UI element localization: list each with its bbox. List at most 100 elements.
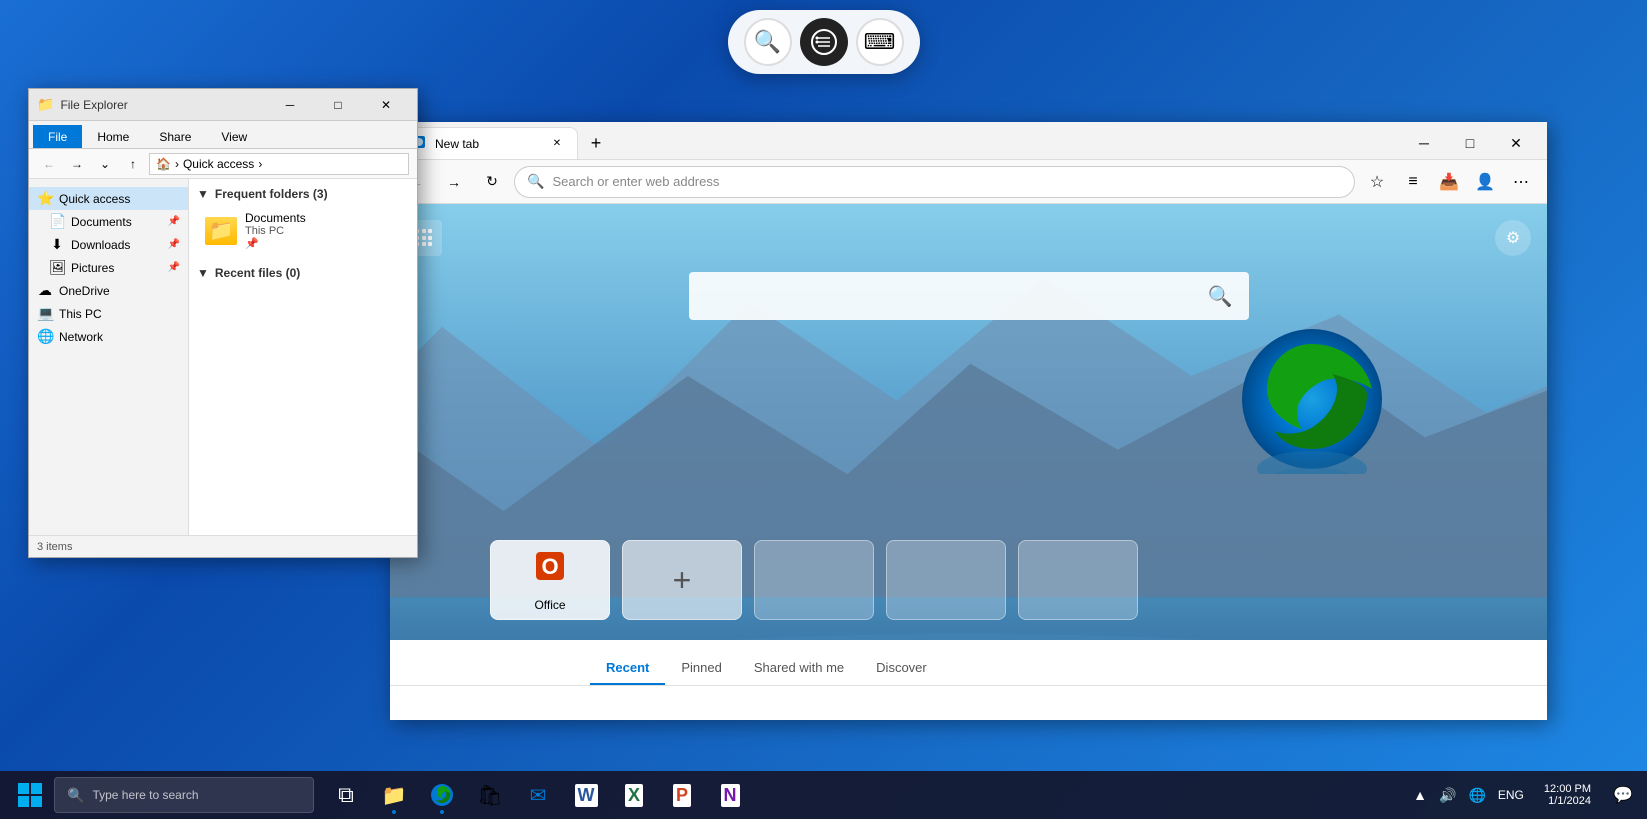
sidebar-item-network[interactable]: 🌐 Network <box>29 325 188 348</box>
edge-tab-recent[interactable]: Recent <box>590 652 665 685</box>
taskbar-task-view[interactable]: ⧉ <box>324 773 368 817</box>
recent-files-header[interactable]: ▼ Recent files (0) <box>197 266 409 280</box>
taskbar-word[interactable]: W <box>564 773 608 817</box>
taskbar-system-tray: ▲ 🔊 🌐 ENG 12:00 PM 1/1/2024 💬 <box>1409 773 1639 817</box>
fe-tab-file[interactable]: File <box>33 125 82 148</box>
fe-home-icon: 🏠 <box>156 157 171 171</box>
sidebar-label-downloads: Downloads <box>71 238 130 252</box>
edge-tab-close-button[interactable]: ✕ <box>549 136 565 152</box>
fe-address-bar[interactable]: 🏠 › Quick access › <box>149 153 409 175</box>
taskbar-powerpoint[interactable]: P <box>660 773 704 817</box>
fe-forward-button[interactable]: → <box>65 152 89 176</box>
edge-minimize-button[interactable]: ─ <box>1401 127 1447 159</box>
fe-content: ▼ Frequent folders (3) 📁 Documents This … <box>189 179 417 535</box>
fe-body: ⭐ Quick access 📄 Documents 📌 ⬇ Downloads… <box>29 179 417 535</box>
task-view-icon: ⧉ <box>338 782 354 808</box>
taskbar-edge[interactable] <box>420 773 464 817</box>
fe-up-button[interactable]: ↑ <box>121 152 145 176</box>
edge-tab-pinned[interactable]: Pinned <box>665 652 737 685</box>
taskbar-onenote[interactable]: N <box>708 773 752 817</box>
keyboard-button[interactable]: ⌨ <box>856 18 904 66</box>
taskbar-time: 12:00 PM <box>1544 783 1591 795</box>
tray-chevron[interactable]: ▲ <box>1409 783 1431 807</box>
fe-address-quick-access: Quick access <box>183 157 254 171</box>
fe-maximize-button[interactable]: □ <box>315 91 361 119</box>
sidebar-item-documents[interactable]: 📄 Documents 📌 <box>29 210 188 233</box>
taskbar-clock[interactable]: 12:00 PM 1/1/2024 <box>1536 779 1599 811</box>
quick-link-add[interactable]: + <box>622 540 742 620</box>
remote-button[interactable] <box>800 18 848 66</box>
fe-tab-share[interactable]: Share <box>144 125 206 148</box>
edge-search-submit-icon[interactable]: 🔍 <box>1208 284 1233 309</box>
edge-search-box[interactable]: 🔍 <box>689 272 1249 320</box>
sidebar-item-downloads[interactable]: ⬇ Downloads 📌 <box>29 233 188 256</box>
tray-network-icon[interactable]: 🌐 <box>1464 783 1489 808</box>
sidebar-label-documents: Documents <box>71 215 132 229</box>
taskbar-notification-button[interactable]: 💬 <box>1607 773 1639 817</box>
fe-folder-titleicon: 📁 <box>37 96 54 113</box>
edge-forward-button[interactable]: → <box>438 166 470 198</box>
fe-toolbar: ← → ⌄ ↑ 🏠 › Quick access › <box>29 149 417 179</box>
taskbar-excel[interactable]: X <box>612 773 656 817</box>
edge-quick-links: O Office + <box>490 540 1138 620</box>
edge-profile-button[interactable]: 👤 <box>1469 166 1501 198</box>
edge-logo-container <box>1237 324 1387 474</box>
documents-pin-icon: 📌 <box>168 216 180 227</box>
taskbar-mail[interactable]: ✉ <box>516 773 560 817</box>
edge-tab-discover[interactable]: Discover <box>860 652 943 685</box>
fe-tab-home[interactable]: Home <box>82 125 144 148</box>
fe-close-button[interactable]: ✕ <box>363 91 409 119</box>
zoom-button[interactable]: 🔍 <box>744 18 792 66</box>
quick-link-empty-2[interactable] <box>886 540 1006 620</box>
edge-favorites-button[interactable]: ☆ <box>1361 166 1393 198</box>
frequent-folders-header[interactable]: ▼ Frequent folders (3) <box>197 187 409 201</box>
edge-menu-button[interactable]: ⋯ <box>1505 166 1537 198</box>
fe-minimize-button[interactable]: ─ <box>267 91 313 119</box>
edge-address-bar[interactable]: 🔍 Search or enter web address <box>514 166 1355 198</box>
fe-tab-view[interactable]: View <box>206 125 262 148</box>
sidebar-item-quick-access[interactable]: ⭐ Quick access <box>29 187 188 210</box>
taskbar-search[interactable]: 🔍 Type here to search <box>54 777 314 813</box>
sidebar-item-pictures[interactable]: 🖼 Pictures 📌 <box>29 256 188 279</box>
pictures-icon: 🖼 <box>49 259 65 276</box>
documents-folder-item[interactable]: 📁 Documents This PC 📌 <box>197 207 409 254</box>
documents-icon: 📄 <box>49 213 65 230</box>
taskbar-search-icon: 🔍 <box>67 787 84 804</box>
edge-close-button[interactable]: ✕ <box>1493 127 1539 159</box>
zoom-icon: 🔍 <box>754 29 781 55</box>
office-label: Office <box>534 598 565 612</box>
edge-wallet-button[interactable]: 📥 <box>1433 166 1465 198</box>
quick-link-empty-1[interactable] <box>754 540 874 620</box>
edge-tab-shared[interactable]: Shared with me <box>738 652 860 685</box>
taskbar-date: 1/1/2024 <box>1544 795 1591 807</box>
file-explorer-window: 📁 File Explorer ─ □ ✕ File Home Share Vi… <box>28 88 418 558</box>
tray-sound-icon[interactable]: 🔊 <box>1435 783 1460 808</box>
tray-input-icon[interactable]: ENG <box>1494 784 1528 806</box>
taskbar: 🔍 Type here to search ⧉ 📁 🛍 ✉ W X <box>0 771 1647 819</box>
edge-address-text: Search or enter web address <box>552 174 719 189</box>
svg-text:O: O <box>541 554 558 579</box>
quick-link-empty-3[interactable] <box>1018 540 1138 620</box>
fe-back-button[interactable]: ← <box>37 152 61 176</box>
fe-sidebar: ⭐ Quick access 📄 Documents 📌 ⬇ Downloads… <box>29 179 189 535</box>
edge-collections-button[interactable]: ≡ <box>1397 166 1429 198</box>
edge-tab-newtab[interactable]: New tab ✕ <box>398 127 578 159</box>
edge-refresh-button[interactable]: ↻ <box>476 166 508 198</box>
sidebar-item-onedrive[interactable]: ☁ OneDrive <box>29 279 188 302</box>
edge-new-tab-button[interactable]: + <box>582 129 610 157</box>
edge-maximize-button[interactable]: □ <box>1447 127 1493 159</box>
fe-address-arrow: › <box>258 157 262 171</box>
quick-link-office[interactable]: O Office <box>490 540 610 620</box>
sidebar-item-thispc[interactable]: 💻 This PC <box>29 302 188 325</box>
taskbar-store[interactable]: 🛍 <box>468 773 512 817</box>
taskbar-file-explorer[interactable]: 📁 <box>372 773 416 817</box>
word-icon: W <box>575 784 598 807</box>
fe-breadcrumb: › <box>175 157 179 171</box>
documents-folder-location: This PC <box>245 225 306 237</box>
edge-search-input[interactable] <box>705 288 1200 304</box>
sidebar-label-pictures: Pictures <box>71 261 114 275</box>
fe-recent-button[interactable]: ⌄ <box>93 152 117 176</box>
taskbar-tray-icons: ▲ 🔊 🌐 ENG <box>1409 783 1528 808</box>
edge-page-settings-button[interactable]: ⚙ <box>1495 220 1531 256</box>
start-button[interactable] <box>8 773 52 817</box>
